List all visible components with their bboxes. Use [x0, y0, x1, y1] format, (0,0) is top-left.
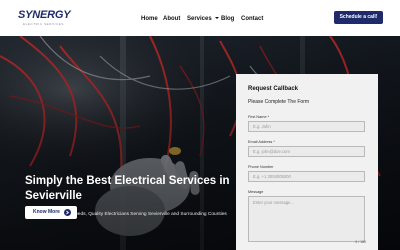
- arrow-right-circle-icon: [64, 209, 71, 216]
- logo-tagline: ELECTRIC SERVICES: [23, 22, 64, 26]
- nav-services-label: Services: [187, 16, 212, 22]
- form-title: Request Callback: [248, 86, 299, 92]
- message-textarea[interactable]: Enter your message...: [248, 196, 365, 242]
- phone-field[interactable]: E.g. +1 3004005000: [248, 171, 365, 182]
- nav-services[interactable]: Services: [187, 14, 219, 24]
- phone-label: Phone Number: [248, 165, 274, 169]
- logo-text: SYNERGY: [18, 9, 71, 21]
- message-char-counter: 0 / 180: [355, 240, 366, 244]
- chevron-down-icon: [214, 17, 219, 20]
- email-field[interactable]: E.g. john@doe.com: [248, 146, 365, 157]
- know-more-label: Know More: [33, 209, 60, 215]
- logo[interactable]: SYNERGY ELECTRIC SERVICES: [18, 9, 71, 30]
- first-name-label: First Name *: [248, 115, 270, 119]
- hero-title: Simply the Best Electrical Services in S…: [25, 175, 230, 202]
- nav-home[interactable]: Home: [141, 14, 158, 24]
- first-name-field[interactable]: E.g. John: [248, 121, 365, 132]
- nav-blog[interactable]: Blog: [221, 14, 234, 24]
- email-label: Email Address *: [248, 140, 275, 144]
- nav-about[interactable]: About: [163, 14, 180, 24]
- nav-contact[interactable]: Contact: [241, 14, 263, 24]
- message-label: Message: [248, 190, 264, 194]
- schedule-call-button[interactable]: Schedule a call!: [334, 11, 383, 24]
- callback-form: Request Callback Please Complete The For…: [236, 74, 378, 250]
- form-subtitle: Please Complete The Form: [248, 99, 310, 105]
- know-more-button[interactable]: Know More: [25, 206, 77, 219]
- site-header: SYNERGY ELECTRIC SERVICES Home About Ser…: [0, 0, 400, 36]
